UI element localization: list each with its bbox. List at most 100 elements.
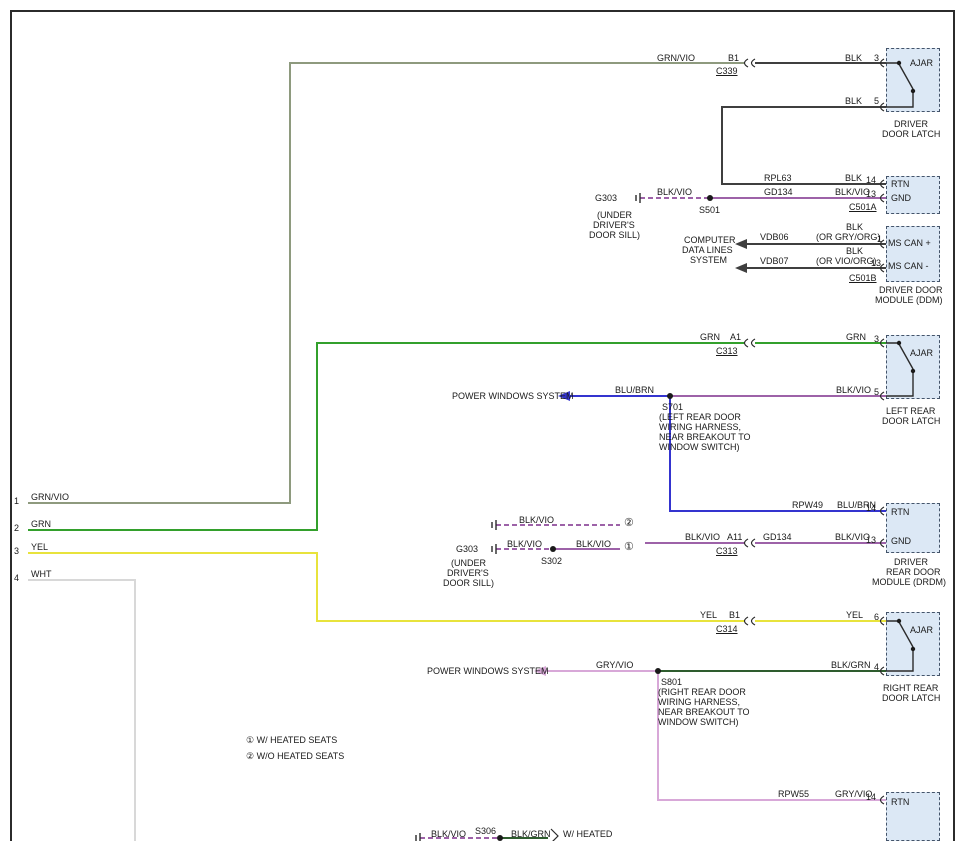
pin-number: 3	[874, 53, 879, 63]
pin-number: 14	[866, 503, 876, 513]
note-text: DOOR SILL)	[589, 230, 640, 240]
wire-color-label: YEL	[31, 542, 48, 552]
component-caption: DRIVER	[894, 557, 928, 567]
harness-wire-number: 3	[14, 546, 19, 556]
note-text: (LEFT REAR DOOR	[659, 412, 741, 422]
system-ref-text: POWER WINDOWS SYSTEM	[427, 666, 549, 676]
ddm-ms-can-box	[886, 226, 940, 282]
note-text: WIRING HARNESS,	[658, 697, 740, 707]
pin-number: 14	[866, 175, 876, 185]
wire-color-label: BLK/GRN	[511, 829, 551, 839]
wire-color-label: BLK/VIO	[685, 532, 720, 542]
note-text: (UNDER	[451, 558, 486, 568]
module-pin-name: RTN	[891, 507, 909, 517]
legend-wo-heated-seats: ② W/O HEATED SEATS	[246, 751, 344, 761]
module-pin-name: MS CAN -	[888, 261, 929, 271]
pin-number: 4	[874, 662, 879, 672]
wire-color-label: BLK/VIO	[507, 539, 542, 549]
wire-color-label: BLK/VIO	[519, 515, 554, 525]
pin-number: 13	[866, 535, 876, 545]
pin-number: 14	[866, 792, 876, 802]
pin-number: 13	[866, 189, 876, 199]
harness-wire-number: 4	[14, 573, 19, 583]
note-text: DRIVER'S	[593, 220, 635, 230]
note-text: NEAR BREAKOUT TO	[659, 432, 751, 442]
component-caption: DOOR LATCH	[882, 416, 940, 426]
circuit-label: RPW55	[778, 789, 809, 799]
splice-label: S302	[541, 556, 562, 566]
wire-color-label: GRY/VIO	[596, 660, 633, 670]
legend-heated-seats: ① W/ HEATED SEATS	[246, 735, 337, 745]
circuit-label: RPW49	[792, 500, 823, 510]
wire-color-label: BLK	[845, 96, 862, 106]
wire-color-label: BLK/VIO	[835, 187, 870, 197]
wire-color-label: BLK	[846, 246, 863, 256]
circuit-label: VDB06	[760, 232, 789, 242]
splice-label: S501	[699, 205, 720, 215]
connector-pin-label: B1	[728, 53, 739, 63]
component-caption: REAR DOOR	[886, 567, 941, 577]
component-caption: MODULE (DRDM)	[872, 577, 946, 587]
harness-wire-number: 2	[14, 523, 19, 533]
connector-label-c501a: C501A	[849, 202, 877, 212]
circuit-label: GD134	[764, 187, 793, 197]
wire-color-label: BLK	[845, 173, 862, 183]
pin-number: 13	[871, 258, 881, 268]
connector-label-c314: C314	[716, 624, 738, 634]
wire-color-label: BLK	[845, 53, 862, 63]
wire-color-label: BLK/GRN	[831, 660, 871, 670]
wire-color-label: BLK/VIO	[836, 385, 871, 395]
diagram-border-frame	[10, 10, 955, 841]
component-caption: DOOR LATCH	[882, 129, 940, 139]
note-text: (OR GRY/ORG)	[816, 232, 880, 242]
note-text: DRIVER'S	[447, 568, 489, 578]
splice-label: S801	[661, 677, 682, 687]
splice-label: S306	[475, 826, 496, 836]
component-caption: MODULE (DDM)	[875, 295, 943, 305]
wire-color-label: GRN	[846, 332, 866, 342]
wire-color-label: GRN/VIO	[657, 53, 695, 63]
wire-color-label: YEL	[700, 610, 717, 620]
pin-number: 3	[874, 334, 879, 344]
ajar-switch-label: AJAR	[910, 348, 933, 358]
wire-color-label: BLK/VIO	[576, 539, 611, 549]
circuit-label: RPL63	[764, 173, 792, 183]
ajar-switch-label: AJAR	[910, 58, 933, 68]
wire-color-label: BLK	[846, 222, 863, 232]
connector-label-c313: C313	[716, 546, 738, 556]
component-caption: RIGHT REAR	[883, 683, 938, 693]
pin-number: 1	[877, 234, 882, 244]
wire-color-label: BLK/VIO	[835, 532, 870, 542]
right-rear-door-latch-box	[886, 612, 940, 676]
module-pin-name: RTN	[891, 179, 909, 189]
circuit-label: VDB07	[760, 256, 789, 266]
ajar-switch-label: AJAR	[910, 625, 933, 635]
system-ref-text: SYSTEM	[690, 255, 727, 265]
wire-color-label: BLK/VIO	[431, 829, 466, 839]
wire-color-label: GRN	[31, 519, 51, 529]
pin-number: 6	[874, 612, 879, 622]
component-caption: LEFT REAR	[886, 406, 935, 416]
connector-label-c313: C313	[716, 346, 738, 356]
wire-color-label: BLK/VIO	[657, 187, 692, 197]
wire-color-label: GRN	[700, 332, 720, 342]
module-pin-name: MS CAN +	[888, 238, 931, 248]
connector-label-c339: C339	[716, 66, 738, 76]
note-text: WINDOW SWITCH)	[658, 717, 738, 727]
left-rear-door-latch-box	[886, 335, 940, 399]
note-text: (RIGHT REAR DOOR	[658, 687, 746, 697]
module-pin-name: RTN	[891, 797, 909, 807]
system-ref-text: POWER WINDOWS SYSTEM	[452, 391, 574, 401]
connector-pin-label: A11	[727, 532, 742, 542]
circuit-label: GD134	[763, 532, 792, 542]
note-text: (OR VIO/ORG)	[816, 256, 877, 266]
note-text: NEAR BREAKOUT TO	[658, 707, 750, 717]
variant-1-icon: ①	[624, 542, 634, 553]
harness-wire-number: 1	[14, 496, 19, 506]
wiring-diagram-page: GRN/VIO B1 C339 BLK 3 BLK 5 AJAR DRIVER …	[0, 0, 964, 841]
note-text: W/ HEATED	[563, 829, 612, 839]
note-text: (UNDER	[597, 210, 632, 220]
connector-pin-label: B1	[729, 610, 740, 620]
connector-pin-label: A1	[730, 332, 741, 342]
module-pin-name: GND	[891, 536, 911, 546]
